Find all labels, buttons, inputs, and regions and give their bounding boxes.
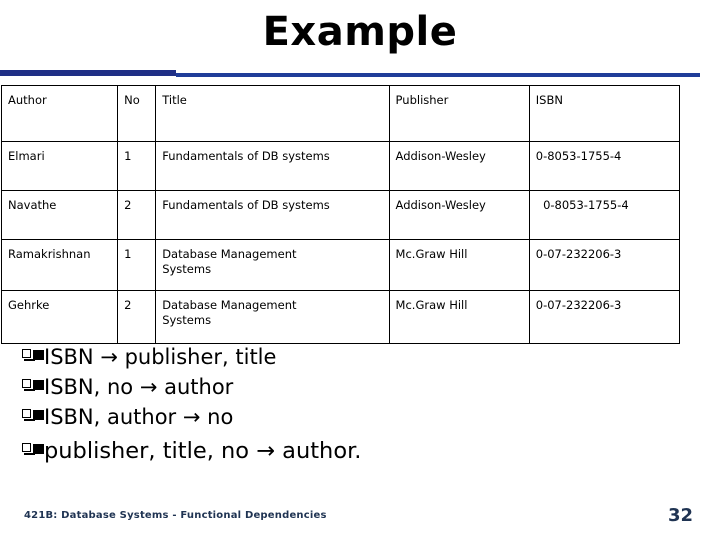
cell-author: Elmari <box>0 141 119 191</box>
table-row: Navathe 2 Fundamentals of DB systems Add… <box>0 190 681 240</box>
column-header-publisher: Publisher <box>388 85 530 142</box>
cell-title: Fundamentals of DB systems <box>155 141 390 191</box>
table-row: Gehrke 2 Database Management Systems Mc.… <box>0 290 681 344</box>
square-bullet-icon <box>22 349 35 362</box>
column-header-author: Author <box>0 85 119 142</box>
list-item: publisher, title, no → author. <box>22 438 682 465</box>
cell-author: Navathe <box>0 190 119 240</box>
footer-text: 421B: Database Systems - Functional Depe… <box>24 510 327 521</box>
cell-title: Database Management Systems <box>155 290 390 344</box>
list-item-label: ISBN, no → author <box>44 375 234 399</box>
slide-canvas: { "slide": { "title": "Example", "page_n… <box>0 0 720 540</box>
cell-publisher: Addison-Wesley <box>388 190 530 240</box>
list-item-label: ISBN → publisher, title <box>44 345 277 369</box>
cell-isbn: 0-07-232206-3 <box>528 290 681 344</box>
cell-author: Gehrke <box>0 290 119 344</box>
cell-title: Database Management Systems <box>155 239 390 291</box>
column-header-isbn: ISBN <box>528 85 681 142</box>
list-item: ISBN, no → author <box>22 374 682 401</box>
column-header-title: Title <box>155 85 390 142</box>
page-title: Example <box>262 9 458 55</box>
cell-title: Fundamentals of DB systems <box>155 190 390 240</box>
square-bullet-icon <box>22 443 35 456</box>
square-bullet-icon <box>22 409 35 422</box>
cell-no: 2 <box>117 190 157 240</box>
book-table: Author No Title Publisher ISBN Elmari 1 … <box>0 85 681 344</box>
dependency-list: ISBN → publisher, title ISBN, no → autho… <box>22 344 682 468</box>
cell-isbn: 0-07-232206-3 <box>528 239 681 291</box>
list-item-label: publisher, title, no → author. <box>44 438 362 464</box>
table-header-row: Author No Title Publisher ISBN <box>0 85 681 142</box>
list-item: ISBN → publisher, title <box>22 344 682 371</box>
cell-no: 2 <box>117 290 157 344</box>
table-row: Ramakrishnan 1 Database Management Syste… <box>0 239 681 291</box>
cell-publisher: Mc.Graw Hill <box>388 239 530 291</box>
square-bullet-icon <box>22 379 35 392</box>
cell-isbn: 0-8053-1755-4 <box>528 190 681 240</box>
cell-publisher: Addison-Wesley <box>388 141 530 191</box>
title-divider-right <box>176 73 700 77</box>
title-divider-left <box>0 70 176 76</box>
cell-no: 1 <box>117 239 157 291</box>
cell-author: Ramakrishnan <box>0 239 119 291</box>
column-header-no: No <box>117 85 157 142</box>
cell-publisher: Mc.Graw Hill <box>388 290 530 344</box>
list-item: ISBN, author → no <box>22 404 682 431</box>
table-row: Elmari 1 Fundamentals of DB systems Addi… <box>0 141 681 191</box>
page-number: 32 <box>667 505 693 526</box>
list-item-label: ISBN, author → no <box>44 405 234 429</box>
cell-no: 1 <box>117 141 157 191</box>
cell-isbn: 0-8053-1755-4 <box>528 141 681 191</box>
